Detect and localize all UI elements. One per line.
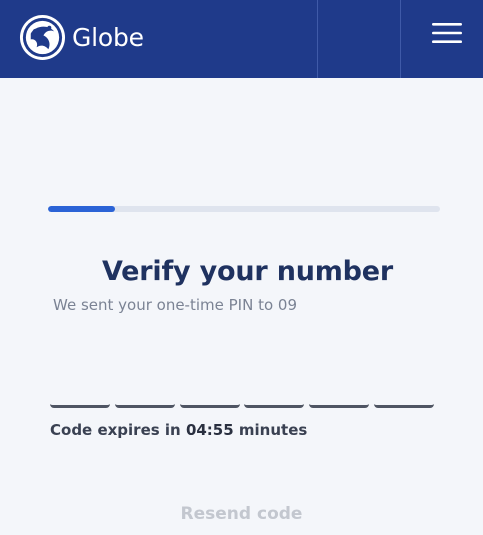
otp-input-row [50,370,434,410]
otp-subtitle: We sent your one-time PIN to 09 [53,296,297,314]
globe-logo-icon [19,14,66,60]
otp-digit-input[interactable] [244,370,305,408]
hamburger-menu-icon [432,23,462,43]
progress-bar [48,206,440,212]
otp-digit-input[interactable] [373,370,434,408]
brand-name: Globe [72,22,144,52]
otp-digit-input[interactable] [309,370,370,408]
header-divider [400,0,401,78]
resend-code-button[interactable]: Resend code [0,504,483,524]
otp-digit-input[interactable] [50,370,110,408]
otp-digit-input[interactable] [114,370,175,408]
expiry-prefix: Code expires in [50,421,186,439]
app-header: Globe [0,0,483,78]
header-divider [317,0,318,78]
globe-logo[interactable]: Globe [19,13,144,61]
code-expiry-text: Code expires in 04:55 minutes [50,421,307,439]
menu-button[interactable] [424,20,470,46]
progress-fill [48,206,115,212]
page-title: Verify your number [101,256,394,287]
expiry-countdown: 04:55 [185,421,234,439]
expiry-suffix: minutes [233,421,308,439]
otp-digit-input[interactable] [179,370,240,408]
